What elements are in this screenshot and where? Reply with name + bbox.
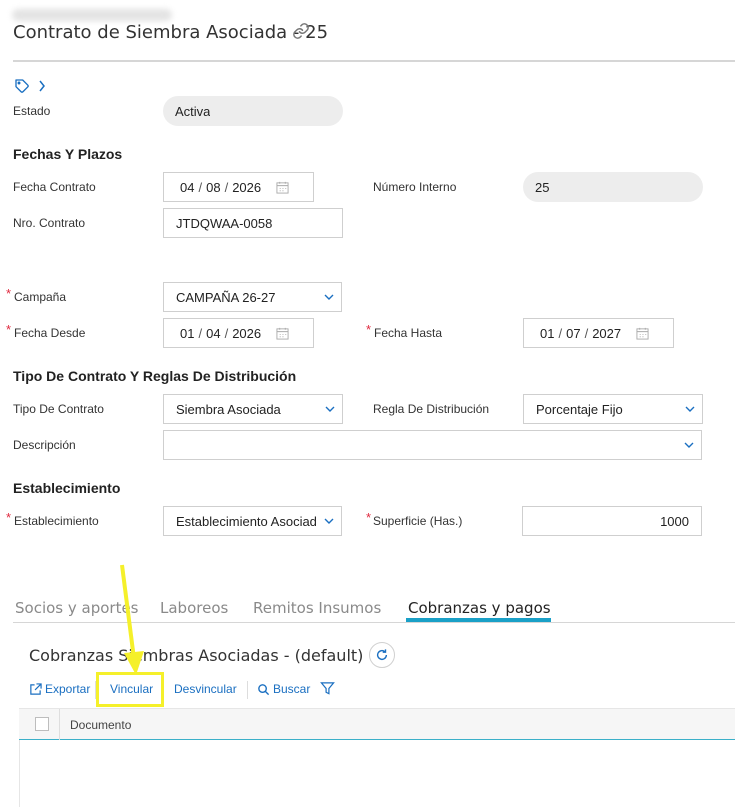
- descripcion-label: Descripción: [13, 438, 76, 452]
- required-mark: *: [6, 322, 12, 337]
- grid-body: [19, 740, 735, 807]
- regla-distribucion-select[interactable]: Porcentaje Fijo: [523, 394, 703, 424]
- fecha-hasta-label: Fecha Hasta: [374, 326, 443, 340]
- fecha-contrato-month: 08: [206, 179, 221, 195]
- grid-header: Documento: [19, 708, 735, 740]
- search-icon: [258, 683, 270, 695]
- fecha-contrato-input[interactable]: 04 / 08 / 2026: [163, 172, 314, 202]
- numero-interno-label: Número Interno: [373, 180, 457, 194]
- date-separator: /: [224, 325, 229, 341]
- fecha-desde-day: 01: [180, 325, 195, 341]
- title-divider: [13, 60, 735, 62]
- tipo-contrato-label: Tipo De Contrato: [13, 402, 104, 416]
- fecha-hasta-year: 2027: [592, 325, 622, 341]
- fecha-desde-month: 04: [206, 325, 221, 341]
- chevron-down-icon: [324, 294, 334, 300]
- chevron-down-icon: [684, 442, 694, 448]
- tab-laboreos[interactable]: Laboreos: [160, 599, 228, 617]
- fecha-desde-label: Fecha Desde: [14, 326, 86, 340]
- column-header-documento[interactable]: Documento: [70, 718, 131, 732]
- numero-interno-field: 25: [523, 172, 703, 202]
- establecimiento-select[interactable]: Establecimiento Asociado: [163, 506, 342, 536]
- fecha-contrato-day: 04: [180, 179, 195, 195]
- export-icon: [30, 682, 42, 695]
- fecha-hasta-day: 01: [540, 325, 555, 341]
- estado-field: Activa: [163, 96, 343, 126]
- exportar-label: Exportar: [45, 682, 91, 696]
- select-all-checkbox[interactable]: [35, 717, 49, 731]
- desvincular-label: Desvincular: [174, 682, 237, 696]
- campana-label: Campaña: [14, 290, 67, 304]
- date-separator: /: [224, 179, 229, 195]
- section-establecimiento: Establecimiento: [13, 480, 121, 496]
- required-mark: *: [366, 510, 372, 525]
- required-mark: *: [6, 510, 12, 525]
- regla-distribucion-label: Regla De Distribución: [373, 402, 490, 416]
- fecha-hasta-input[interactable]: 01 / 07 / 2027: [523, 318, 674, 348]
- filter-button[interactable]: [320, 681, 335, 696]
- grid-title: Cobranzas Siembras Asociadas - (default): [29, 646, 364, 665]
- chevron-down-icon: [324, 518, 334, 524]
- nro-contrato-input[interactable]: JTDQWAA-0058: [163, 208, 343, 238]
- calendar-icon[interactable]: [636, 327, 649, 340]
- estado-value: Activa: [175, 103, 211, 119]
- tag-icon[interactable]: [14, 78, 30, 94]
- fecha-contrato-year: 2026: [232, 179, 262, 195]
- chevron-right-icon[interactable]: [37, 78, 47, 94]
- annotation-arrow: [120, 564, 144, 675]
- tab-cobranzas-y-pagos[interactable]: Cobranzas y pagos: [408, 599, 551, 617]
- superficie-value: 1000: [660, 513, 689, 529]
- estado-label: Estado: [13, 104, 51, 118]
- calendar-icon[interactable]: [276, 327, 289, 340]
- buscar-button[interactable]: Buscar: [257, 682, 310, 696]
- required-mark: *: [6, 286, 12, 301]
- exportar-button[interactable]: Exportar: [29, 682, 90, 696]
- chevron-down-icon: [325, 406, 335, 412]
- tab-remitos-insumos[interactable]: Remitos Insumos: [253, 599, 381, 617]
- date-separator: /: [584, 325, 589, 341]
- desvincular-button[interactable]: Desvincular: [174, 682, 237, 696]
- column-separator: [59, 709, 60, 740]
- calendar-icon[interactable]: [276, 181, 289, 194]
- tipo-contrato-value: Siembra Asociada: [176, 401, 281, 417]
- superficie-input[interactable]: 1000: [522, 506, 702, 536]
- fecha-contrato-label: Fecha Contrato: [13, 180, 96, 194]
- filter-icon: [320, 682, 335, 695]
- refresh-button[interactable]: [369, 642, 395, 668]
- refresh-icon: [376, 649, 388, 661]
- date-separator: /: [198, 179, 203, 195]
- active-tab-indicator: [406, 618, 551, 622]
- fecha-desde-input[interactable]: 01 / 04 / 2026: [163, 318, 314, 348]
- nro-contrato-label: Nro. Contrato: [13, 216, 86, 230]
- establecimiento-value: Establecimiento Asociado: [176, 513, 317, 529]
- nro-contrato-value: JTDQWAA-0058: [176, 215, 273, 231]
- tipo-contrato-select[interactable]: Siembra Asociada: [163, 394, 343, 424]
- section-fechas-y-plazos: Fechas Y Plazos: [13, 146, 123, 162]
- toolbar-separator: [247, 681, 248, 699]
- date-separator: /: [558, 325, 563, 341]
- chevron-down-icon: [685, 406, 695, 412]
- date-separator: /: [198, 325, 203, 341]
- regla-distribucion-value: Porcentaje Fijo: [536, 401, 623, 417]
- blurred-breadcrumb: [12, 9, 172, 21]
- descripcion-select[interactable]: [163, 430, 702, 460]
- section-tipo-de-contrato: Tipo De Contrato Y Reglas De Distribució…: [13, 368, 297, 384]
- campana-value: CAMPAÑA 26-27: [176, 289, 276, 305]
- fecha-desde-year: 2026: [232, 325, 262, 341]
- numero-interno-value: 25: [535, 179, 550, 195]
- required-mark: *: [366, 322, 372, 337]
- superficie-label: Superficie (Has.): [373, 514, 463, 528]
- link-icon[interactable]: [292, 22, 310, 40]
- campana-select[interactable]: CAMPAÑA 26-27: [163, 282, 342, 312]
- establecimiento-label: Establecimiento: [14, 514, 99, 528]
- page-title: Contrato de Siembra Asociada - 25: [13, 22, 329, 43]
- buscar-label: Buscar: [273, 682, 311, 696]
- fecha-hasta-month: 07: [566, 325, 581, 341]
